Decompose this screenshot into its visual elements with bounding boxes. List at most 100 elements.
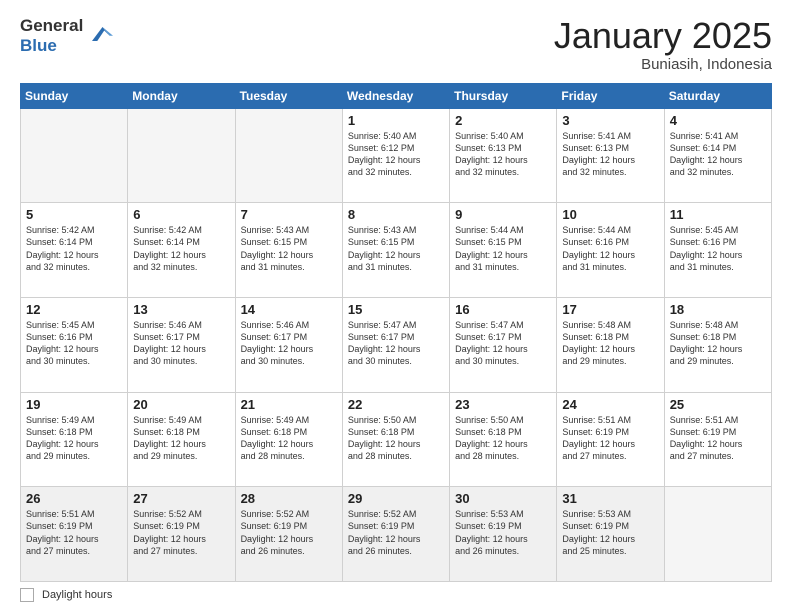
day-info: Sunrise: 5:46 AM Sunset: 6:17 PM Dayligh… bbox=[133, 319, 229, 368]
calendar-cell: 25 Sunrise: 5:51 AM Sunset: 6:19 PM Dayli… bbox=[664, 392, 771, 487]
calendar-cell: 26Sunrise: 5:51 AM Sunset: 6:19 PM Dayli… bbox=[21, 487, 128, 582]
calendar-week-2: 5 Sunrise: 5:42 AM Sunset: 6:14 PM Daylig… bbox=[21, 203, 772, 298]
day-info: Sunrise: 5:50 AM Sunset: 6:18 PM Dayligh… bbox=[455, 414, 551, 463]
footer-label: Daylight hours bbox=[42, 589, 112, 601]
calendar-cell: 20Sunrise: 5:49 AM Sunset: 6:18 PM Dayli… bbox=[128, 392, 235, 487]
day-info: Sunrise: 5:46 AM Sunset: 6:17 PM Dayligh… bbox=[241, 319, 337, 368]
day-info: Sunrise: 5:52 AM Sunset: 6:19 PM Dayligh… bbox=[133, 508, 229, 557]
calendar-table: Sunday Monday Tuesday Wednesday Thursday… bbox=[20, 83, 772, 582]
calendar-cell: 5 Sunrise: 5:42 AM Sunset: 6:14 PM Daylig… bbox=[21, 203, 128, 298]
day-info: Sunrise: 5:40 AM Sunset: 6:12 PM Dayligh… bbox=[348, 130, 444, 179]
col-saturday: Saturday bbox=[664, 83, 771, 108]
calendar-week-5: 26Sunrise: 5:51 AM Sunset: 6:19 PM Dayli… bbox=[21, 487, 772, 582]
day-info: Sunrise: 5:43 AM Sunset: 6:15 PM Dayligh… bbox=[348, 224, 444, 273]
col-friday: Friday bbox=[557, 83, 664, 108]
day-number: 25 bbox=[670, 397, 766, 412]
day-info: Sunrise: 5:44 AM Sunset: 6:15 PM Dayligh… bbox=[455, 224, 551, 273]
day-number: 30 bbox=[455, 491, 551, 506]
calendar-cell: 19 Sunrise: 5:49 AM Sunset: 6:18 PM Dayli… bbox=[21, 392, 128, 487]
day-info: Sunrise: 5:51 AM Sunset: 6:19 PM Dayligh… bbox=[562, 414, 658, 463]
header: General Blue January 2025 Buniasih, Indo… bbox=[20, 16, 772, 73]
day-info: Sunrise: 5:53 AM Sunset: 6:19 PM Dayligh… bbox=[455, 508, 551, 557]
day-number: 28 bbox=[241, 491, 337, 506]
logo-blue: Blue bbox=[20, 36, 83, 56]
calendar-cell: 29Sunrise: 5:52 AM Sunset: 6:19 PM Dayli… bbox=[342, 487, 449, 582]
calendar-cell: 28Sunrise: 5:52 AM Sunset: 6:19 PM Dayli… bbox=[235, 487, 342, 582]
day-number: 29 bbox=[348, 491, 444, 506]
day-number: 14 bbox=[241, 302, 337, 317]
calendar-cell: 10Sunrise: 5:44 AM Sunset: 6:16 PM Dayli… bbox=[557, 203, 664, 298]
calendar-header-row: Sunday Monday Tuesday Wednesday Thursday… bbox=[21, 83, 772, 108]
footer: Daylight hours bbox=[20, 588, 772, 602]
day-info: Sunrise: 5:51 AM Sunset: 6:19 PM Dayligh… bbox=[670, 414, 766, 463]
day-number: 17 bbox=[562, 302, 658, 317]
calendar-cell: 12 Sunrise: 5:45 AM Sunset: 6:16 PM Dayli… bbox=[21, 297, 128, 392]
day-number: 8 bbox=[348, 207, 444, 222]
day-number: 18 bbox=[670, 302, 766, 317]
logo-icon bbox=[85, 20, 113, 48]
day-number: 31 bbox=[562, 491, 658, 506]
title-location: Buniasih, Indonesia bbox=[554, 56, 772, 73]
day-number: 2 bbox=[455, 113, 551, 128]
col-sunday: Sunday bbox=[21, 83, 128, 108]
calendar-cell bbox=[21, 108, 128, 203]
day-number: 27 bbox=[133, 491, 229, 506]
day-info: Sunrise: 5:45 AM Sunset: 6:16 PM Dayligh… bbox=[26, 319, 122, 368]
day-info: Sunrise: 5:48 AM Sunset: 6:18 PM Dayligh… bbox=[562, 319, 658, 368]
day-info: Sunrise: 5:42 AM Sunset: 6:14 PM Dayligh… bbox=[133, 224, 229, 273]
day-number: 4 bbox=[670, 113, 766, 128]
day-number: 11 bbox=[670, 207, 766, 222]
calendar-cell bbox=[128, 108, 235, 203]
calendar-cell: 22Sunrise: 5:50 AM Sunset: 6:18 PM Dayli… bbox=[342, 392, 449, 487]
col-wednesday: Wednesday bbox=[342, 83, 449, 108]
day-number: 13 bbox=[133, 302, 229, 317]
calendar-cell: 3 Sunrise: 5:41 AM Sunset: 6:13 PM Daylig… bbox=[557, 108, 664, 203]
day-number: 5 bbox=[26, 207, 122, 222]
day-info: Sunrise: 5:41 AM Sunset: 6:13 PM Dayligh… bbox=[562, 130, 658, 179]
day-number: 20 bbox=[133, 397, 229, 412]
footer-box bbox=[20, 588, 34, 602]
logo-general: General bbox=[20, 16, 83, 36]
calendar-cell: 17 Sunrise: 5:48 AM Sunset: 6:18 PM Dayli… bbox=[557, 297, 664, 392]
day-info: Sunrise: 5:53 AM Sunset: 6:19 PM Dayligh… bbox=[562, 508, 658, 557]
day-number: 12 bbox=[26, 302, 122, 317]
day-info: Sunrise: 5:43 AM Sunset: 6:15 PM Dayligh… bbox=[241, 224, 337, 273]
calendar-week-1: 1 Sunrise: 5:40 AM Sunset: 6:12 PM Daylig… bbox=[21, 108, 772, 203]
calendar-cell: 27 Sunrise: 5:52 AM Sunset: 6:19 PM Dayli… bbox=[128, 487, 235, 582]
day-number: 3 bbox=[562, 113, 658, 128]
day-info: Sunrise: 5:49 AM Sunset: 6:18 PM Dayligh… bbox=[26, 414, 122, 463]
day-number: 16 bbox=[455, 302, 551, 317]
calendar-cell: 1 Sunrise: 5:40 AM Sunset: 6:12 PM Daylig… bbox=[342, 108, 449, 203]
calendar-cell: 6Sunrise: 5:42 AM Sunset: 6:14 PM Daylig… bbox=[128, 203, 235, 298]
logo: General Blue bbox=[20, 16, 113, 55]
calendar-cell: 8 Sunrise: 5:43 AM Sunset: 6:15 PM Daylig… bbox=[342, 203, 449, 298]
day-number: 21 bbox=[241, 397, 337, 412]
calendar-cell: 9 Sunrise: 5:44 AM Sunset: 6:15 PM Daylig… bbox=[450, 203, 557, 298]
col-thursday: Thursday bbox=[450, 83, 557, 108]
calendar-cell: 4Sunrise: 5:41 AM Sunset: 6:14 PM Daylig… bbox=[664, 108, 771, 203]
day-info: Sunrise: 5:49 AM Sunset: 6:18 PM Dayligh… bbox=[241, 414, 337, 463]
day-number: 19 bbox=[26, 397, 122, 412]
day-number: 9 bbox=[455, 207, 551, 222]
day-number: 15 bbox=[348, 302, 444, 317]
day-info: Sunrise: 5:47 AM Sunset: 6:17 PM Dayligh… bbox=[455, 319, 551, 368]
day-number: 1 bbox=[348, 113, 444, 128]
calendar-week-4: 19 Sunrise: 5:49 AM Sunset: 6:18 PM Dayli… bbox=[21, 392, 772, 487]
day-info: Sunrise: 5:45 AM Sunset: 6:16 PM Dayligh… bbox=[670, 224, 766, 273]
calendar-cell: 23Sunrise: 5:50 AM Sunset: 6:18 PM Dayli… bbox=[450, 392, 557, 487]
day-info: Sunrise: 5:48 AM Sunset: 6:18 PM Dayligh… bbox=[670, 319, 766, 368]
calendar-cell bbox=[664, 487, 771, 582]
calendar-cell: 13 Sunrise: 5:46 AM Sunset: 6:17 PM Dayli… bbox=[128, 297, 235, 392]
calendar-cell: 21 Sunrise: 5:49 AM Sunset: 6:18 PM Dayli… bbox=[235, 392, 342, 487]
calendar-cell: 11 Sunrise: 5:45 AM Sunset: 6:16 PM Dayli… bbox=[664, 203, 771, 298]
day-info: Sunrise: 5:42 AM Sunset: 6:14 PM Dayligh… bbox=[26, 224, 122, 273]
calendar-cell: 24Sunrise: 5:51 AM Sunset: 6:19 PM Dayli… bbox=[557, 392, 664, 487]
calendar-cell bbox=[235, 108, 342, 203]
calendar-cell: 18 Sunrise: 5:48 AM Sunset: 6:18 PM Dayli… bbox=[664, 297, 771, 392]
calendar-cell: 15 Sunrise: 5:47 AM Sunset: 6:17 PM Dayli… bbox=[342, 297, 449, 392]
day-info: Sunrise: 5:47 AM Sunset: 6:17 PM Dayligh… bbox=[348, 319, 444, 368]
calendar-cell: 2Sunrise: 5:40 AM Sunset: 6:13 PM Daylig… bbox=[450, 108, 557, 203]
title-block: January 2025 Buniasih, Indonesia bbox=[554, 16, 772, 73]
calendar-cell: 31 Sunrise: 5:53 AM Sunset: 6:19 PM Dayli… bbox=[557, 487, 664, 582]
title-month: January 2025 bbox=[554, 16, 772, 56]
